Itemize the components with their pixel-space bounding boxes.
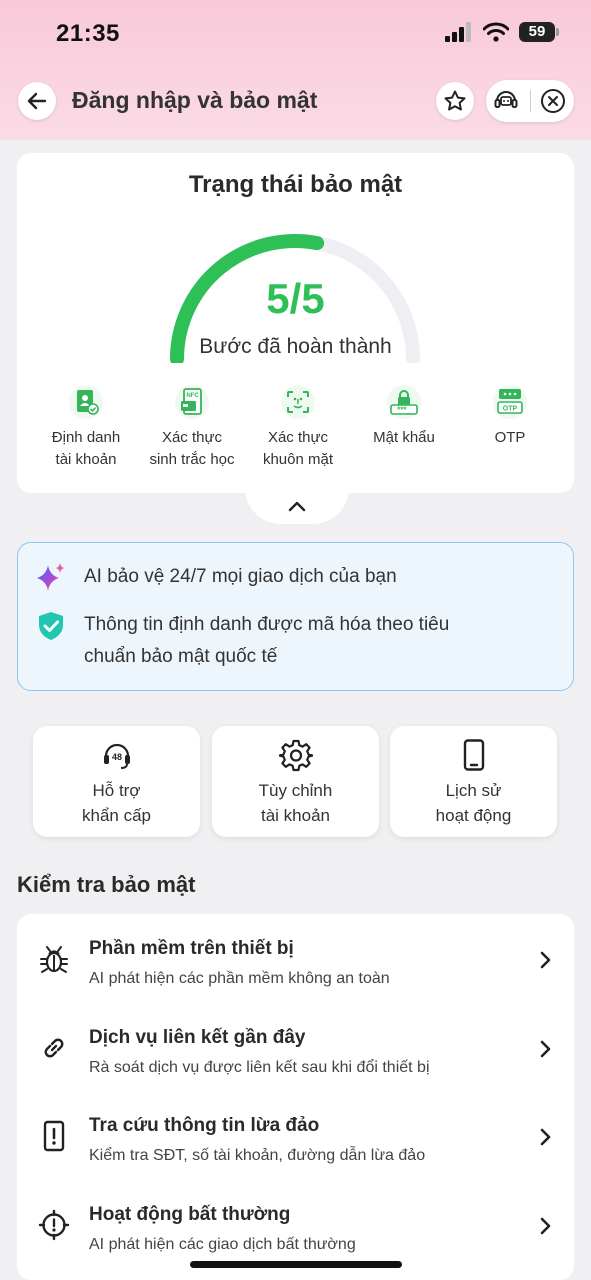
support-close-pill [486,80,574,122]
sparkle-icon [37,563,64,591]
emergency-support-line2: khẩn cấp [82,806,151,825]
svg-text:***_: ***_ [397,406,411,415]
wifi-icon [483,22,509,42]
gear-icon [278,738,313,772]
security-info-box: AI bảo vệ 24/7 mọi giao dịch của bạn Thô… [17,542,574,691]
activity-history-line1: Lịch sử [445,781,502,800]
svg-text:OTP: OTP [503,406,518,413]
status-bar: 21:35 59 [0,0,591,66]
check-item-title: Phần mềm trên thiết bị [89,938,294,959]
account-settings-button[interactable]: Tùy chỉnh tài khoản [212,726,379,837]
info-ai-text: AI bảo vệ 24/7 mọi giao dịch của bạn [84,566,397,587]
top-navigation: Đăng nhập và bảo mật [0,78,591,124]
collapse-toggle[interactable] [245,488,349,524]
otp-icon: OTP [493,385,527,419]
support-chat-button[interactable] [486,80,526,122]
security-check-list: Phần mềm trên thiết bị AI phát hiện các … [17,914,574,1280]
check-item-fraud-lookup[interactable]: Tra cứu thông tin lừa đảo Kiểm tra SĐT, … [17,1091,574,1179]
crosshair-alert-icon [37,1208,71,1242]
status-icons: 59 [445,22,559,42]
pill-divider [530,90,531,112]
info-row-encryption: Thông tin định danh được mã hóa theo tiê… [34,609,449,673]
headset-48-icon: 48 [100,738,134,772]
emergency-support-line1: Hỗ trợ [92,781,141,800]
bug-icon [37,942,71,976]
activity-history-line2: hoạt động [435,806,512,825]
check-item-title: Tra cứu thông tin lừa đảo [89,1115,320,1136]
step-identity[interactable]: Định danh tài khoản [33,385,139,471]
phone-icon [457,738,491,772]
check-item-device-software[interactable]: Phần mềm trên thiết bị AI phát hiện các … [17,914,574,1002]
face-scan-icon [281,385,315,419]
security-steps: Định danh tài khoản NFC Xác thực sinh trắc… [17,385,574,471]
step-biometric[interactable]: NFC Xác thực sinh trắc học [139,385,245,471]
step-otp[interactable]: OTP OTP [457,385,563,471]
step-identity-line2: tài khoản [55,451,117,468]
step-otp-line1: OTP [494,429,526,446]
security-score: 5/5 [266,275,325,322]
link-icon [37,1031,71,1065]
check-item-linked-services[interactable]: Dịch vụ liên kết gần đây Rà soát dịch vụ… [17,1003,574,1091]
check-item-subtitle: AI phát hiện các giao dịch bất thường [89,1236,356,1253]
chevron-right-icon [540,1128,551,1146]
chevron-right-icon [540,951,551,969]
svg-text:48: 48 [111,752,121,762]
step-biometric-line1: Xác thực [161,429,223,446]
nfc-card-icon: NFC [175,385,209,419]
headset-chat-icon [494,91,518,108]
account-settings-line2: tài khoản [261,806,330,825]
check-item-unusual-activity[interactable]: Hoạt động bất thường AI phát hiện các gi… [17,1180,574,1268]
lock-password-icon: ***_ [387,385,421,419]
chevron-right-icon [540,1040,551,1058]
shield-check-icon [39,612,63,640]
step-biometric-line2: sinh trắc học [149,451,235,468]
favorite-button[interactable] [436,82,474,120]
check-item-title: Dịch vụ liên kết gần đây [89,1027,306,1048]
page-title: Đăng nhập và bảo mật [72,87,318,113]
battery-icon: 59 [519,22,559,42]
arrow-left-icon [27,92,47,110]
step-face-line1: Xác thực [267,429,329,446]
id-card-check-icon [69,385,103,419]
check-item-subtitle: AI phát hiện các phần mềm không an toàn [89,970,390,987]
activity-history-button[interactable]: Lịch sử hoạt động [390,726,557,837]
step-password-line1: Mật khẩu [373,429,435,446]
account-settings-line1: Tùy chỉnh [258,781,333,800]
step-password[interactable]: ***_ Mật khẩu [351,385,457,471]
info-encryption-line2: chuẩn bảo mật quốc tế [84,646,278,667]
step-identity-line1: Định danh [51,429,121,446]
security-check-title: Kiểm tra bảo mật [17,872,196,897]
svg-text:NFC: NFC [186,393,199,399]
chevron-right-icon [540,1217,551,1235]
step-face-line2: khuôn mặt [262,451,334,468]
security-status-card: Trạng thái bảo mật 5/5 Bước đã hoàn thàn… [17,153,574,493]
step-face[interactable]: Xác thực khuôn mặt [245,385,351,471]
check-item-subtitle: Rà soát dịch vụ được liên kết sau khi đổ… [89,1059,430,1076]
chevron-up-icon [288,501,306,512]
emergency-support-button[interactable]: 48 Hỗ trợ khẩn cấp [33,726,200,837]
check-item-title: Hoạt động bất thường [89,1204,291,1225]
star-icon [444,90,466,111]
home-indicator [190,1261,402,1268]
info-encryption-line1: Thông tin định danh được mã hóa theo tiê… [84,614,450,635]
check-item-subtitle: Kiểm tra SĐT, số tài khoản, đường dẫn lừ… [89,1147,426,1164]
close-button[interactable] [535,80,571,122]
status-time: 21:35 [56,20,120,47]
close-circle-icon [541,89,565,113]
security-score-label: Bước đã hoàn thành [199,335,392,358]
back-button[interactable] [18,82,56,120]
signal-icon [445,22,471,42]
alert-box-icon [37,1119,71,1153]
info-row-ai: AI bảo vệ 24/7 mọi giao dịch của bạn [34,561,397,595]
security-status-title: Trạng thái bảo mật [188,171,403,198]
